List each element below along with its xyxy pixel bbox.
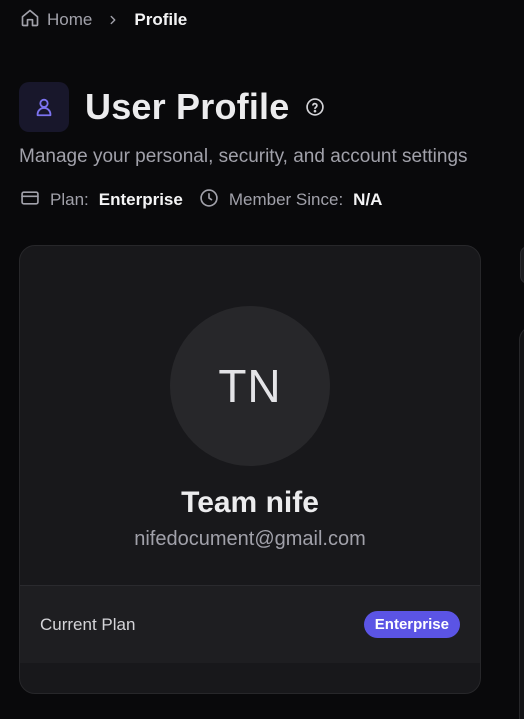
page-title: User Profile — [85, 86, 290, 127]
credit-card-icon — [20, 188, 40, 213]
avatar: TN — [170, 306, 330, 466]
user-email: nifedocument@gmail.com — [134, 528, 366, 550]
current-plan-row: Current Plan Enterprise — [20, 585, 480, 663]
offscreen-settings-card — [519, 326, 524, 719]
breadcrumb-current: Profile — [134, 10, 188, 29]
plan-value: Enterprise — [98, 190, 183, 209]
breadcrumb: Home Profile — [20, 9, 187, 31]
clock-icon — [199, 188, 219, 213]
current-plan-label: Current Plan — [40, 614, 136, 634]
account-meta: Plan: Enterprise Member Since: N/A — [20, 188, 382, 212]
user-icon — [19, 82, 69, 132]
profile-page: Home Profile User Profile Manage your pe… — [0, 0, 524, 719]
help-circle-icon[interactable] — [305, 97, 325, 117]
plan-badge: Enterprise — [363, 611, 460, 638]
home-icon — [20, 8, 40, 33]
member-since-value: N/A — [353, 190, 383, 209]
page-subtitle: Manage your personal, security, and acco… — [19, 146, 468, 167]
page-header: User Profile — [19, 82, 325, 132]
breadcrumb-home-link[interactable]: Home — [20, 8, 92, 33]
offscreen-tab-button[interactable] — [520, 246, 524, 284]
chevron-right-icon — [106, 13, 120, 27]
breadcrumb-home-label: Home — [47, 10, 93, 29]
user-name: Team nife — [181, 486, 319, 519]
member-since-key: Member Since: — [228, 190, 344, 209]
plan-key: Plan: — [50, 190, 89, 209]
profile-card: TN Team nife nifedocument@gmail.com Curr… — [19, 245, 481, 694]
